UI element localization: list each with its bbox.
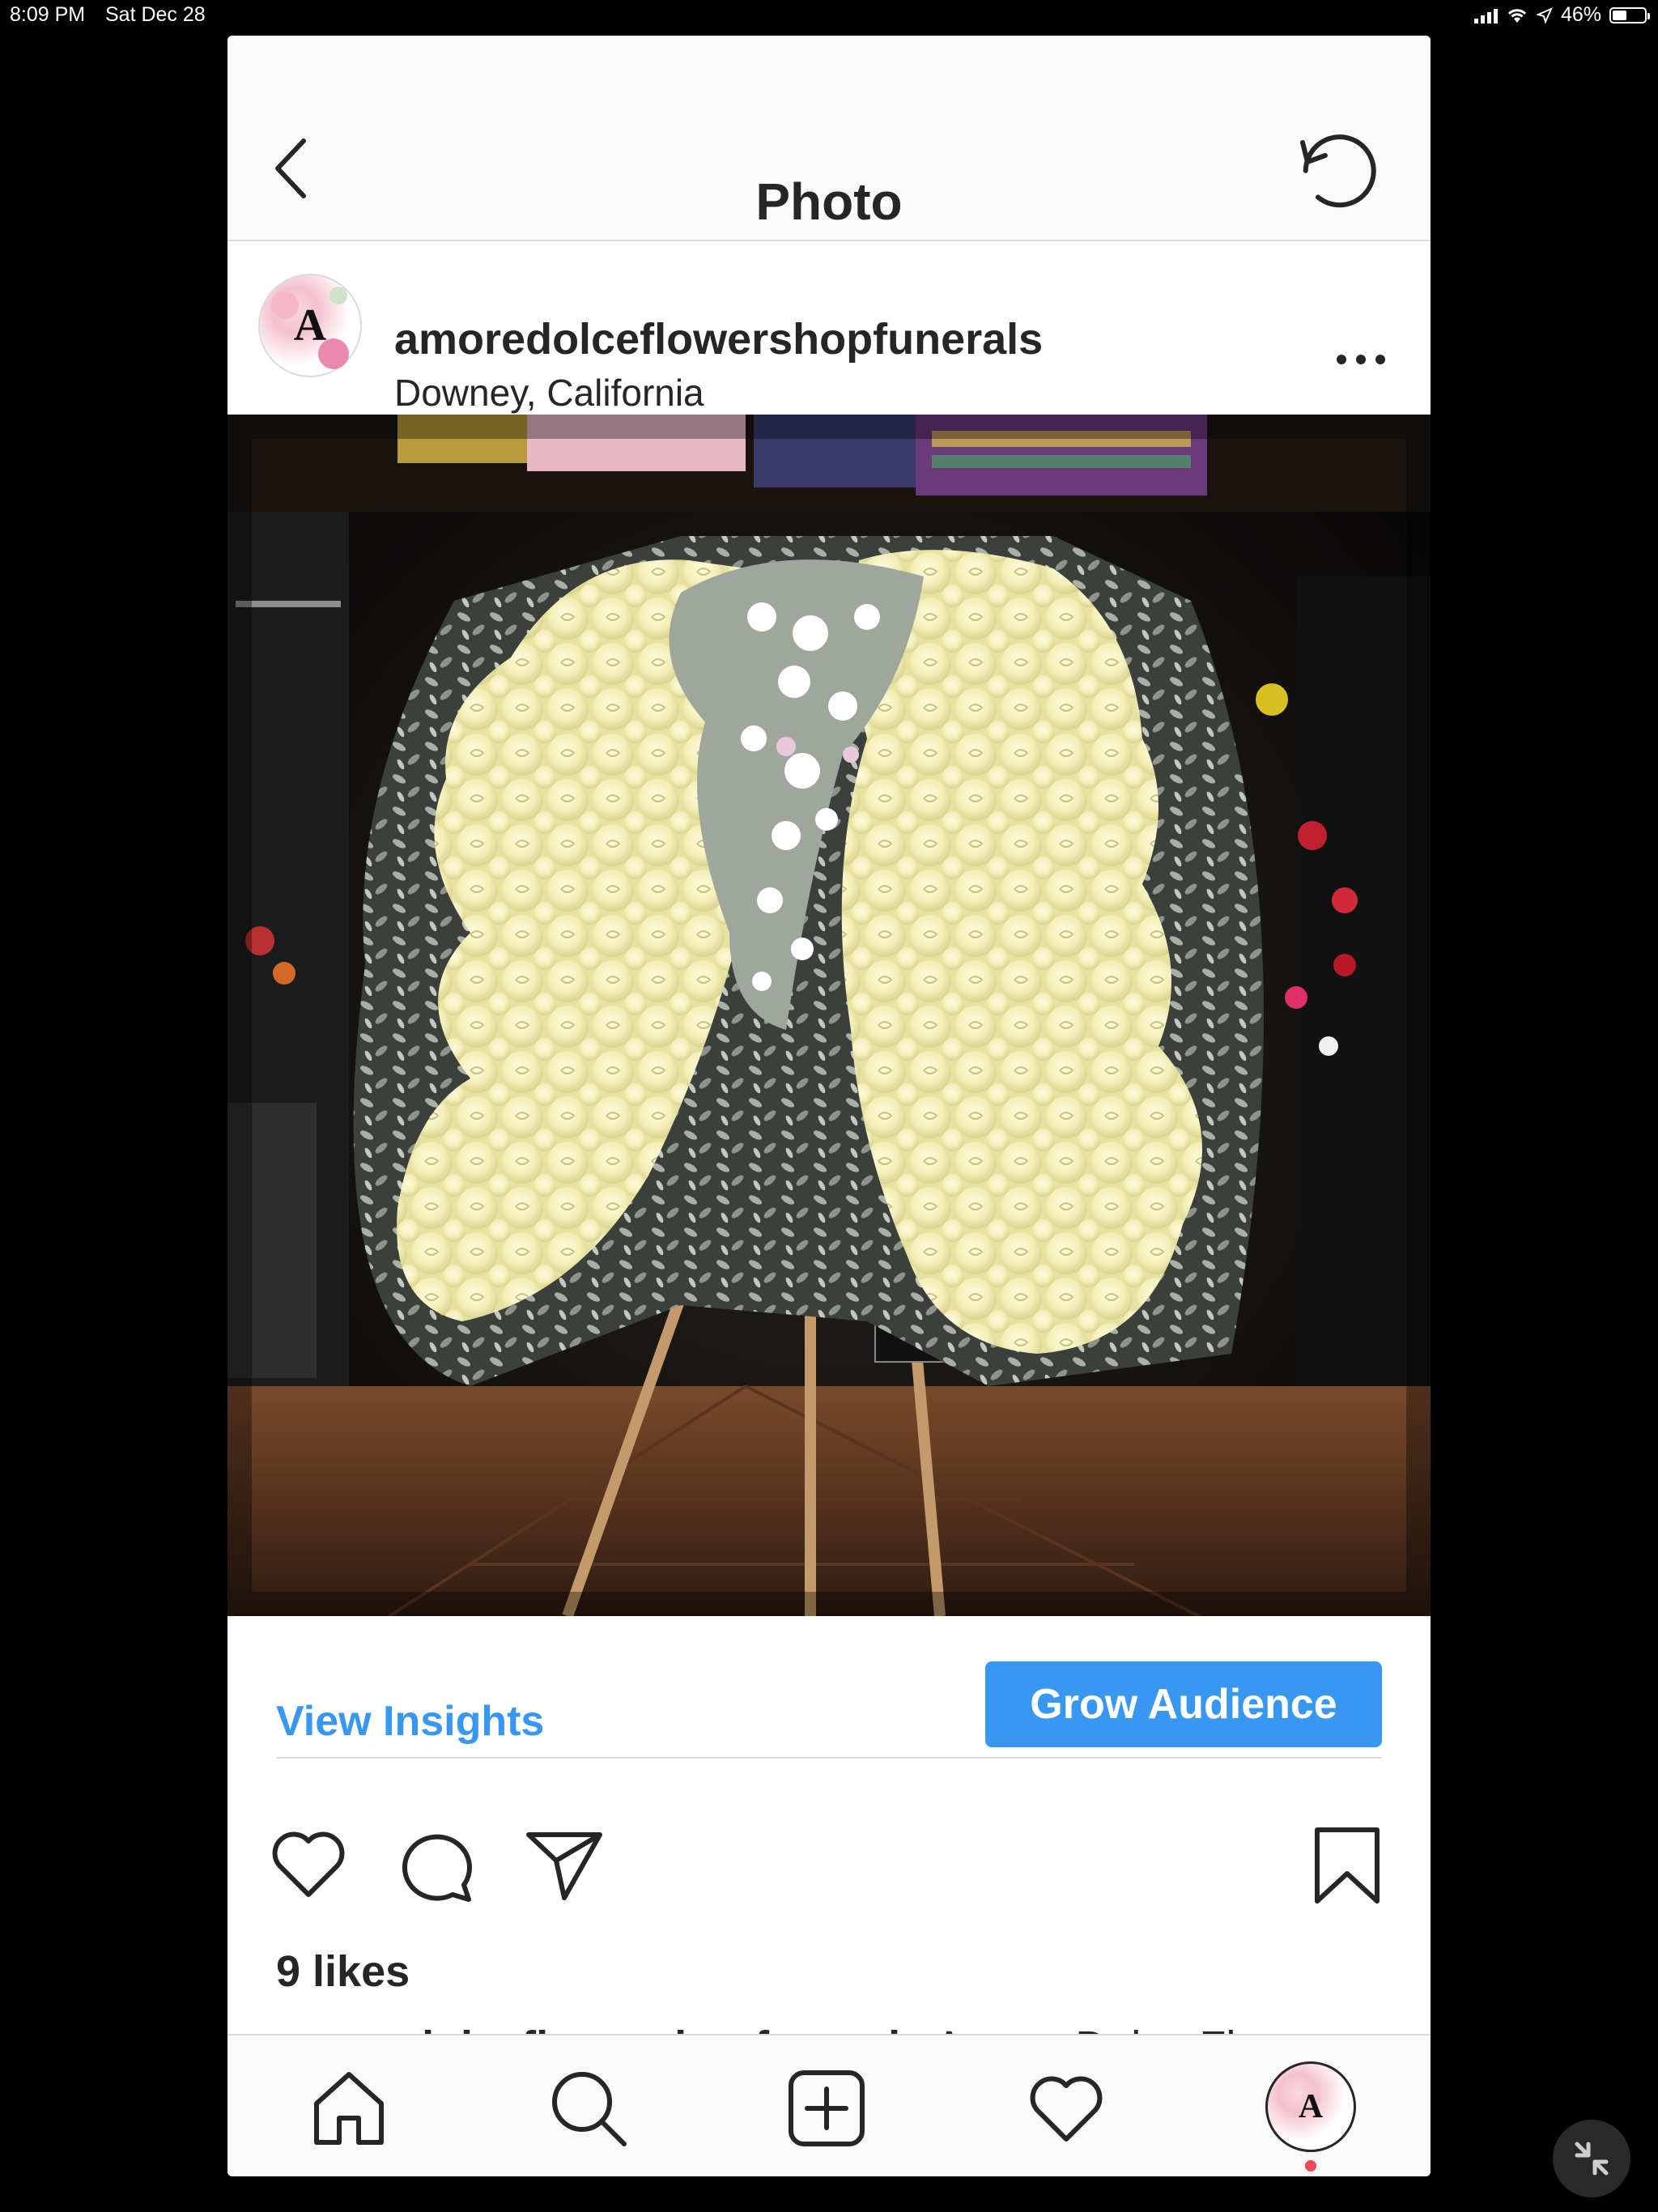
avatar-letter: A [293, 300, 327, 351]
collapse-video-button[interactable] [1553, 2120, 1630, 2197]
wifi-icon [1507, 8, 1527, 23]
status-indicators: 46% [1473, 3, 1650, 27]
grow-audience-button[interactable]: Grow Audience [985, 1661, 1382, 1747]
profile-avatar-letter: A [1298, 2088, 1324, 2125]
page-title: Photo [755, 172, 903, 231]
status-time: 8:09 PM [10, 3, 86, 26]
home-icon[interactable] [308, 2068, 389, 2149]
profile-tab-avatar[interactable]: A [1265, 2061, 1356, 2152]
location-arrow-icon [1536, 6, 1553, 23]
battery-fill [1613, 10, 1626, 20]
status-bar: 8:09 PM Sat Dec 28 46% [0, 0, 1658, 32]
avatar[interactable]: A [258, 274, 362, 377]
navigation-bar: Photo [227, 36, 1431, 241]
app-window: Photo A amoredolceflowershopfunerals Dow… [227, 36, 1431, 2176]
avatar-flower [329, 287, 347, 304]
post-location[interactable]: Downey, California [394, 371, 704, 415]
battery-icon [1609, 6, 1650, 23]
activity-heart-icon[interactable] [1026, 2068, 1107, 2149]
post-actions [227, 1793, 1431, 1906]
bottom-tab-bar: A [227, 2034, 1431, 2176]
insights-row: View Insights Grow Audience [227, 1616, 1431, 1794]
post-username[interactable]: amoredolceflowershopfunerals [394, 314, 1043, 364]
likes-count[interactable]: 9 likes [276, 1946, 410, 1997]
refresh-icon[interactable] [1298, 131, 1379, 212]
share-icon[interactable] [524, 1827, 605, 1904]
more-options-icon[interactable] [1337, 355, 1385, 364]
battery-percent: 46% [1560, 3, 1601, 26]
status-date: Sat Dec 28 [105, 3, 206, 26]
minimize-arrows-icon [1575, 2142, 1609, 2176]
heart-icon[interactable] [268, 1827, 349, 1901]
cellular-signal-icon [1473, 7, 1498, 23]
notification-dot [1305, 2160, 1316, 2172]
view-insights-link[interactable]: View Insights [276, 1697, 544, 1746]
comment-icon[interactable] [396, 1827, 477, 1904]
post-photo[interactable] [227, 415, 1431, 1616]
bookmark-icon[interactable] [1312, 1825, 1382, 1906]
flower-arrangement-image [227, 415, 1431, 1616]
search-icon[interactable] [548, 2068, 629, 2149]
divider [276, 1757, 1382, 1759]
add-post-icon[interactable] [786, 2068, 867, 2149]
